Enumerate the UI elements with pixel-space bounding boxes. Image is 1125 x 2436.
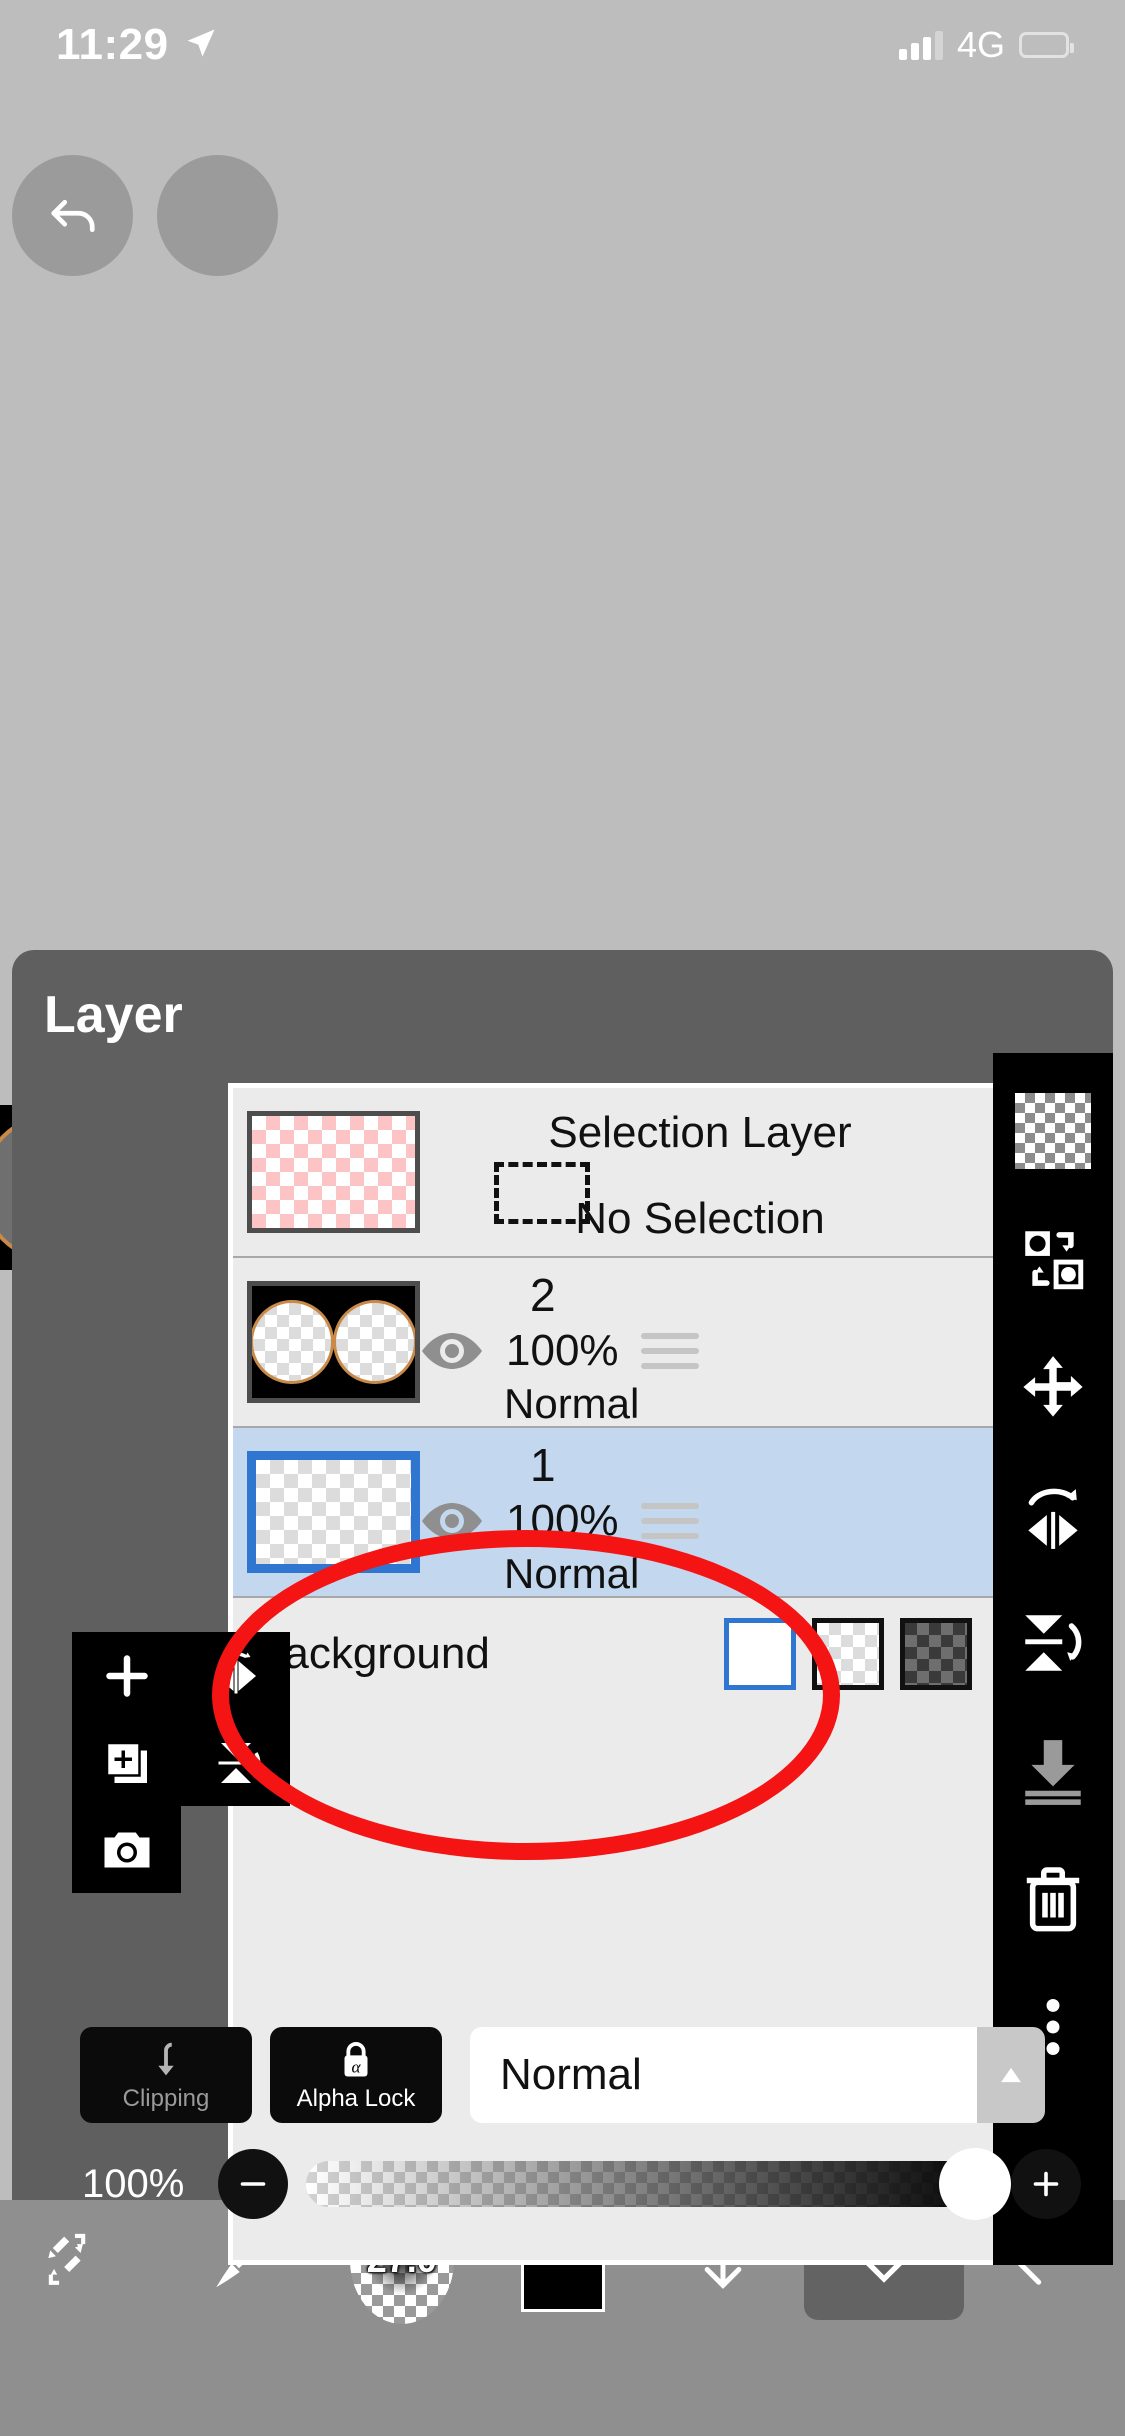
clipping-label: Clipping [122, 2085, 210, 2112]
move-layer-button[interactable] [993, 1327, 1113, 1447]
opacity-row: 100% [12, 2140, 1113, 2228]
layer-blend-mode-label: Normal [504, 1550, 640, 1597]
add-layer-button[interactable] [72, 1632, 181, 1719]
layer-row-2[interactable]: 2 100% Normal [233, 1258, 994, 1428]
flip-vertical-button[interactable] [181, 1719, 290, 1806]
layer-number-label: 2 [530, 1269, 556, 1321]
status-bar-right: 4G [898, 24, 1074, 66]
drag-handle-icon[interactable] [640, 1494, 699, 1548]
eye-icon[interactable] [420, 1329, 484, 1373]
opacity-slider-knob[interactable] [939, 2148, 1011, 2220]
alpha-lock-icon: α [344, 2042, 368, 2077]
left-tool-strip [72, 1632, 291, 1894]
rotate-flip-horizontal-icon [1028, 1488, 1078, 1549]
duplicate-layer-button[interactable] [72, 1719, 181, 1806]
swap-layers-icon [1025, 1231, 1084, 1290]
opacity-slider[interactable] [306, 2148, 1011, 2220]
layer-blend-mode-label: Normal [504, 1380, 640, 1427]
layer-row-body: 1 100% Normal [420, 1439, 980, 1597]
layer-opacity-label: 100% [506, 1496, 619, 1545]
alpha-lock-label: Alpha Lock [296, 2085, 416, 2112]
background-swatches [724, 1618, 972, 1690]
history-buttons [12, 155, 278, 276]
location-arrow-icon [183, 25, 219, 66]
redo-button[interactable] [157, 155, 278, 276]
page-title: Layer [44, 986, 183, 1044]
svg-text:α: α [351, 2057, 361, 2076]
status-bar: 11:29 4G [0, 0, 1125, 90]
camera-button[interactable] [72, 1806, 181, 1893]
layer-thumbnail-2[interactable] [247, 1281, 420, 1403]
tool-switch-icon [48, 2233, 86, 2285]
clipping-arrow-icon [158, 2042, 174, 2076]
flip-horizontal-icon [215, 1651, 256, 1693]
selection-state-label: No Selection [575, 1194, 825, 1243]
alpha-lock-button[interactable]: α Alpha Lock [270, 2027, 442, 2123]
blend-mode-select[interactable]: Normal [470, 2027, 1045, 2123]
layer-row-1[interactable]: 1 100% Normal [233, 1428, 994, 1598]
signal-bars-icon [898, 30, 943, 60]
status-clock: 11:29 [56, 20, 169, 69]
opacity-decrease-button[interactable] [218, 2149, 288, 2219]
background-swatch-light-checker[interactable] [812, 1618, 884, 1690]
transparency-button[interactable] [993, 1071, 1113, 1191]
opacity-value-label: 100% [82, 2161, 185, 2206]
delete-layer-button[interactable] [993, 1839, 1113, 1959]
rotate-flip-horizontal-button[interactable] [993, 1455, 1113, 1575]
layer-row-body: 2 100% Normal [420, 1269, 980, 1427]
drag-handle-icon[interactable] [640, 1324, 699, 1378]
opacity-increase-button[interactable] [1011, 2149, 1081, 2219]
flip-vertical-icon [218, 1742, 260, 1783]
swap-layers-button[interactable] [993, 1199, 1113, 1319]
minus-icon [240, 2182, 266, 2186]
merge-down-button[interactable] [993, 1711, 1113, 1831]
add-layer-icon [105, 1654, 148, 1697]
undo-arrow-icon [50, 199, 95, 232]
layer-row-selection[interactable]: Selection Layer No Selection [233, 1088, 994, 1258]
flip-horizontal-button[interactable] [181, 1632, 290, 1719]
layer-name-label: Selection Layer [548, 1108, 852, 1157]
clipping-button[interactable]: Clipping [80, 2027, 252, 2123]
merge-down-icon [1025, 1740, 1081, 1805]
layer-number-label: 1 [530, 1439, 556, 1491]
blend-mode-value[interactable]: Normal [470, 2027, 977, 2123]
layer-thumbnail-1[interactable] [247, 1451, 420, 1573]
duplicate-layer-icon [105, 1741, 147, 1783]
camera-icon [104, 1832, 149, 1867]
status-bar-left: 11:29 [56, 20, 219, 70]
eye-icon[interactable] [420, 1499, 484, 1543]
background-swatch-dark-checker[interactable] [900, 1618, 972, 1690]
delete-layer-icon [1026, 1867, 1080, 1932]
move-layer-icon [1023, 1356, 1083, 1417]
transparency-checker-icon [1015, 1093, 1091, 1169]
undo-button[interactable] [12, 155, 133, 276]
background-row[interactable]: Background [233, 1598, 994, 1710]
layer-row-body: Selection Layer No Selection [420, 1106, 980, 1243]
layer-opacity-label: 100% [506, 1326, 619, 1375]
rotate-flip-vertical-icon [1025, 1615, 1082, 1671]
plus-icon [1033, 2171, 1059, 2197]
network-type-label: 4G [956, 24, 1005, 65]
chevron-up-icon[interactable] [977, 2027, 1045, 2123]
battery-icon [1019, 32, 1074, 58]
layer-controls-row: Clipping α Alpha Lock Normal [12, 2020, 1113, 2130]
layer-thumbnail-selection[interactable] [247, 1111, 420, 1233]
rotate-flip-vertical-button[interactable] [993, 1583, 1113, 1703]
background-swatch-white[interactable] [724, 1618, 796, 1690]
redo-arrow-icon [195, 199, 240, 232]
